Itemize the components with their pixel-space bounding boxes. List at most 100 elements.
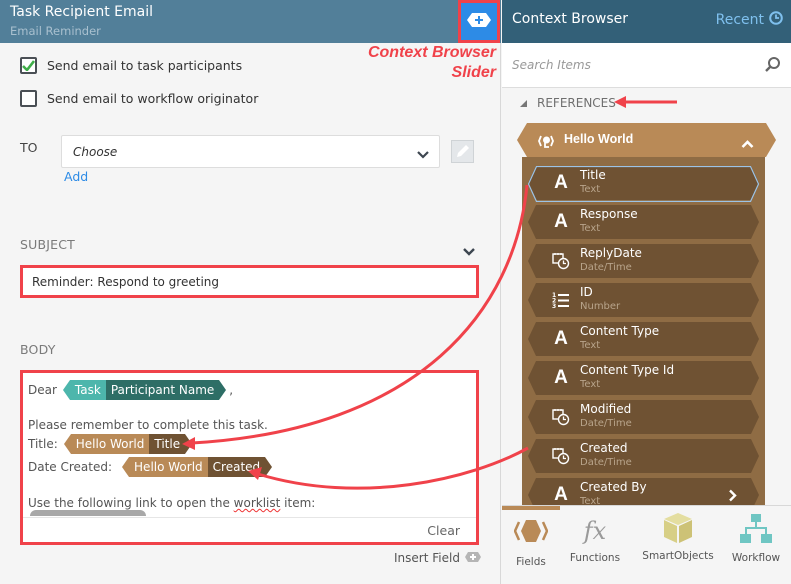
field-type: Text — [580, 184, 601, 195]
active-tab-indicator — [502, 506, 560, 510]
chevron-down-icon[interactable] — [462, 242, 476, 261]
participant-name-field-chip[interactable]: Task Participant Name — [62, 380, 227, 400]
context-browser-slider-button[interactable] — [458, 0, 500, 43]
fields-icon — [513, 518, 549, 548]
search-placeholder: Search Items — [512, 58, 591, 72]
datetime-icon — [552, 447, 570, 465]
datetime-icon — [552, 408, 570, 426]
chevron-up-icon[interactable] — [741, 134, 754, 153]
tab-workflow[interactable]: Workflow — [726, 514, 786, 564]
checkbox-checked[interactable] — [20, 57, 37, 74]
annotation-slider-label: Context Browser Slider — [368, 43, 496, 83]
pencil-icon — [457, 145, 469, 157]
option-label: Send email to workflow originator — [47, 91, 259, 106]
field-name: Content Type — [580, 324, 660, 338]
chip-source: Hello World — [70, 434, 150, 454]
created-field-chip[interactable]: Hello World Created — [122, 457, 273, 477]
to-recipient-select[interactable]: Choose — [61, 135, 440, 168]
checkmark-icon — [22, 60, 35, 71]
panel-title: Task Recipient Email — [10, 4, 154, 20]
body-created-line: Date Created: Hello World Created — [28, 457, 273, 477]
subject-input[interactable]: Reminder: Respond to greeting — [20, 265, 479, 298]
option-task-participants[interactable]: Send email to task participants — [20, 57, 242, 74]
body-title-line: Title: Hello World Title — [28, 434, 193, 454]
body-link-line: Use the following link to open the workl… — [28, 496, 315, 510]
field-name: ID — [580, 285, 593, 299]
add-recipient-link[interactable]: Add — [64, 169, 88, 184]
field-name: Response — [580, 207, 638, 221]
body-label: BODY — [20, 342, 56, 357]
edit-recipient-button[interactable] — [451, 140, 474, 163]
chip-field: Title — [149, 434, 186, 454]
chevron-down-icon — [417, 145, 429, 164]
subject-label: SUBJECT — [20, 237, 76, 252]
field-name: Created — [580, 441, 628, 455]
reference-hello-world-header[interactable]: Hello World — [517, 123, 776, 157]
panel-header: Task Recipient Email Email Reminder — [0, 0, 501, 43]
body-text: item: — [280, 496, 316, 510]
context-browser-tabs: Fields fx Functions SmartObjects Workflo… — [502, 505, 791, 584]
reference-field-item[interactable]: A Content Type Text — [528, 322, 759, 356]
context-browser-panel: Context Browser Recent Search Items REFE… — [502, 0, 791, 584]
tab-fields[interactable]: Fields — [501, 518, 561, 568]
references-section-toggle[interactable]: REFERENCES — [520, 96, 616, 110]
tab-label: Fields — [516, 556, 546, 568]
email-settings-panel: Task Recipient Email Email Reminder Cont… — [0, 0, 501, 584]
chip-field: Participant Name — [105, 380, 220, 400]
recent-label: Recent — [715, 12, 764, 28]
field-name: Content Type Id — [580, 363, 675, 377]
insert-field-icon — [464, 551, 481, 565]
search-items-input[interactable]: Search Items — [502, 43, 791, 88]
number-list-icon: 123 — [552, 291, 570, 309]
reference-field-item[interactable]: A Response Text — [528, 205, 759, 239]
insert-field-button[interactable]: Insert Field — [394, 551, 481, 565]
field-name: Title — [580, 168, 606, 182]
body-text: , — [229, 383, 234, 397]
tab-functions[interactable]: fx Functions — [565, 518, 625, 564]
annotation-line-1: Context Browser — [367, 44, 496, 61]
reference-field-item[interactable]: ReplyDate Date/Time — [528, 244, 759, 278]
body-editor[interactable]: Dear Task Participant Name , Please reme… — [20, 370, 479, 545]
datetime-icon — [552, 252, 570, 270]
tab-label: Functions — [569, 552, 621, 564]
checkbox-unchecked[interactable] — [20, 90, 37, 107]
body-text: Date Created: — [28, 460, 113, 474]
clear-button[interactable]: Clear — [427, 523, 460, 538]
reference-field-list: A Title Text A Response Text ReplyDate Date/Tim… — [522, 157, 765, 505]
to-label: TO — [20, 140, 38, 155]
chip-field: Created — [207, 457, 266, 477]
field-name: Modified — [580, 402, 632, 416]
field-name: Created By — [580, 480, 647, 494]
panel-subtitle: Email Reminder — [10, 24, 101, 38]
title-field-chip[interactable]: Hello World Title — [63, 434, 193, 454]
text-icon: A — [554, 172, 568, 193]
chip-source: Hello World — [129, 457, 208, 477]
reference-field-item[interactable]: A Title Text — [528, 166, 759, 200]
body-text: Title: — [28, 437, 58, 451]
field-type: Number — [580, 301, 621, 312]
reference-icon — [538, 133, 554, 152]
chevron-right-icon[interactable] — [728, 487, 737, 505]
option-workflow-originator[interactable]: Send email to workflow originator — [20, 90, 258, 107]
field-type: Date/Time — [580, 262, 632, 273]
reference-field-item[interactable]: A Content Type Id Text — [528, 361, 759, 395]
reference-field-item[interactable]: 1 2 3 ID Number — [528, 283, 759, 317]
tab-label: SmartObjects — [642, 550, 714, 562]
recent-button[interactable]: Recent — [716, 11, 783, 29]
search-icon[interactable] — [764, 56, 781, 77]
text-icon: A — [554, 211, 568, 232]
worklist-link-chip[interactable] — [30, 510, 146, 516]
field-type: Text — [580, 496, 601, 505]
text-icon: A — [554, 484, 568, 505]
workflow-diagram-icon — [740, 514, 772, 548]
context-browser-title: Context Browser — [512, 11, 629, 27]
select-value: Choose — [73, 145, 118, 159]
reference-field-item[interactable]: A Created By Text — [528, 478, 759, 505]
field-type: Date/Time — [580, 457, 632, 468]
reference-field-item[interactable]: Modified Date/Time — [528, 400, 759, 434]
tab-smartobjects[interactable]: SmartObjects — [642, 513, 714, 562]
reference-field-item[interactable]: Created Date/Time — [528, 439, 759, 473]
function-fx-icon: fx — [583, 517, 607, 545]
smartobject-cube-icon — [662, 513, 694, 548]
body-greeting-line: Dear Task Participant Name , — [28, 380, 233, 400]
